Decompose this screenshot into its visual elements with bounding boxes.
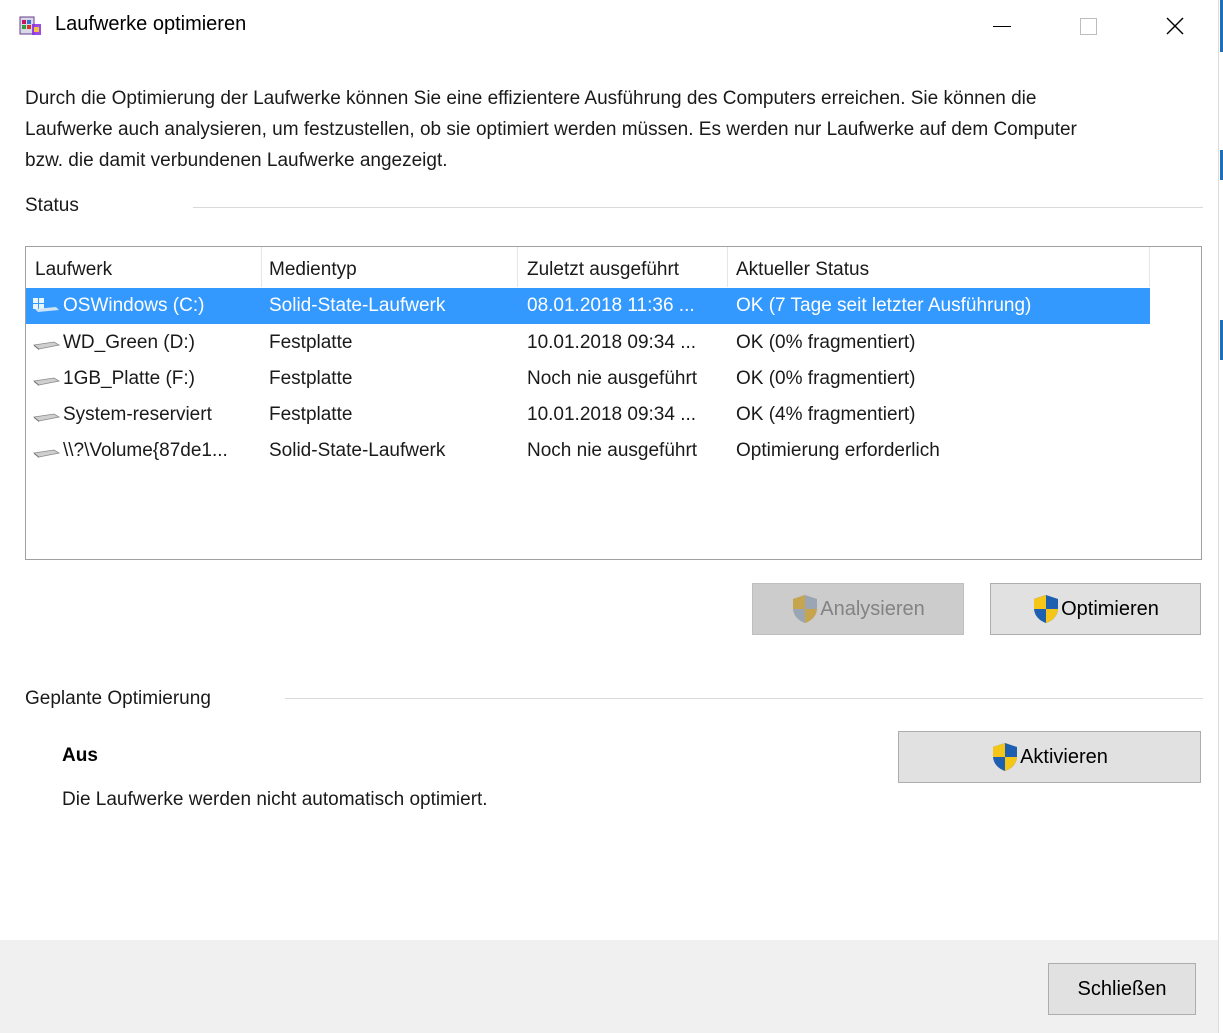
uac-shield-icon — [993, 743, 1018, 771]
window-edge — [1218, 0, 1223, 1033]
drive-name: OSWindows (C:) — [63, 295, 205, 316]
status-divider — [193, 207, 1203, 208]
schedule-section-label: Geplante Optimierung — [25, 688, 211, 709]
maximize-icon — [1079, 17, 1097, 35]
drive-status: OK (0% fragmentiert) — [736, 368, 916, 389]
uac-shield-icon — [793, 595, 818, 623]
drives-list-header: Laufwerk Medientyp Zuletzt ausgeführt Ak… — [26, 247, 1150, 287]
activate-button-label: Aktivieren — [1020, 745, 1108, 768]
drive-last-run: 10.01.2018 09:34 ... — [527, 332, 697, 353]
drive-row-volume[interactable]: \\?\Volume{87de1... Solid-State-Laufwerk… — [26, 433, 1150, 469]
defrag-app-icon — [18, 12, 44, 38]
drive-row-c[interactable]: OSWindows (C:) Solid-State-Laufwerk 08.0… — [26, 288, 1150, 324]
window-title: Laufwerke optimieren — [55, 13, 247, 35]
maximize-button[interactable] — [1049, 0, 1127, 52]
drive-row-d[interactable]: WD_Green (D:) Festplatte 10.01.2018 09:3… — [26, 325, 1150, 361]
schedule-description: Die Laufwerke werden nicht automatisch o… — [62, 789, 488, 810]
drive-name: \\?\Volume{87de1... — [63, 440, 228, 461]
drive-row-system-reserved[interactable]: System-reserviert Festplatte 10.01.2018 … — [26, 397, 1150, 433]
optimize-button[interactable]: Optimieren — [990, 583, 1201, 635]
drive-last-run: Noch nie ausgeführt — [527, 440, 698, 461]
intro-description: Durch die Optimierung der Laufwerke könn… — [25, 88, 1077, 171]
drive-last-run: Noch nie ausgeführt — [527, 368, 698, 389]
drive-last-run: 10.01.2018 09:34 ... — [527, 404, 697, 425]
analyze-button[interactable]: Analysieren — [752, 583, 964, 635]
activate-button[interactable]: Aktivieren — [898, 731, 1201, 783]
uac-shield-icon — [1034, 595, 1059, 623]
drive-media-type: Festplatte — [269, 404, 353, 425]
windows-drive-icon — [32, 298, 60, 314]
close-dialog-button[interactable]: Schließen — [1048, 963, 1196, 1015]
dialog-footer: Schließen — [0, 940, 1218, 1033]
schedule-divider — [285, 698, 1203, 699]
schedule-state: Aus — [62, 745, 98, 766]
drives-list[interactable]: Laufwerk Medientyp Zuletzt ausgeführt Ak… — [25, 246, 1202, 560]
drive-last-run: 08.01.2018 11:36 ... — [527, 295, 695, 316]
drive-status: OK (4% fragmentiert) — [736, 404, 916, 425]
drive-status: OK (7 Tage seit letzter Ausführung) — [736, 295, 1032, 316]
hard-drive-icon — [32, 335, 61, 351]
column-header-media-type[interactable]: Medientyp — [260, 247, 518, 287]
close-window-button[interactable] — [1136, 0, 1214, 52]
drive-media-type: Festplatte — [269, 368, 353, 389]
optimize-button-label: Optimieren — [1061, 597, 1159, 620]
drive-status: OK (0% fragmentiert) — [736, 332, 916, 353]
drive-name: System-reserviert — [63, 404, 212, 425]
minimize-button[interactable] — [963, 0, 1041, 52]
drive-media-type: Solid-State-Laufwerk — [269, 440, 446, 461]
hard-drive-icon — [32, 443, 61, 459]
title-bar: Laufwerke optimieren — [0, 0, 1218, 52]
column-header-current-status[interactable]: Aktueller Status — [727, 247, 1150, 287]
close-icon — [1166, 17, 1184, 35]
drive-status: Optimierung erforderlich — [736, 440, 940, 461]
drive-name: 1GB_Platte (F:) — [63, 368, 195, 389]
status-section-label: Status — [25, 195, 79, 216]
drive-row-f[interactable]: 1GB_Platte (F:) Festplatte Noch nie ausg… — [26, 361, 1150, 397]
hard-drive-icon — [32, 371, 61, 387]
drive-media-type: Solid-State-Laufwerk — [269, 295, 446, 316]
drive-media-type: Festplatte — [269, 332, 353, 353]
column-header-last-run[interactable]: Zuletzt ausgeführt — [518, 247, 728, 287]
analyze-button-label: Analysieren — [820, 597, 925, 620]
column-header-drive[interactable]: Laufwerk — [26, 247, 262, 287]
hard-drive-icon — [32, 407, 61, 423]
drive-name: WD_Green (D:) — [63, 332, 195, 353]
minimize-icon — [993, 25, 1011, 27]
